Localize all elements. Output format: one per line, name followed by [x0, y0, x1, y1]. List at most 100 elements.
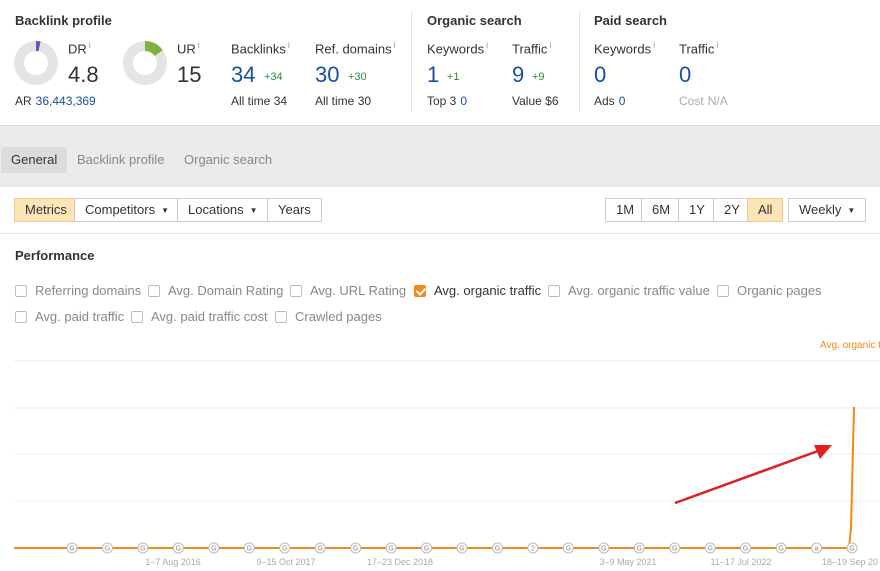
organic-traffic-label: Traffic i: [512, 40, 552, 57]
locations-dropdown[interactable]: Locations ▼: [177, 198, 269, 222]
annotation-marker-label: G: [778, 546, 783, 553]
tab-backlink-profile[interactable]: Backlink profile: [67, 147, 174, 173]
annotation-marker-label: G: [176, 546, 181, 553]
checkbox-referring-domains[interactable]: Referring domains: [15, 282, 141, 300]
annotation-marker-label: G: [601, 546, 606, 553]
info-icon: i: [197, 40, 200, 50]
x-tick-label: 17–23 Dec 2018: [367, 557, 433, 567]
checkbox-avg-organic-traffic-value[interactable]: Avg. organic traffic value: [548, 282, 710, 300]
annotation-marker-label: G: [849, 546, 854, 553]
checkbox-avg-domain-rating[interactable]: Avg. Domain Rating: [148, 282, 283, 300]
backlinks-label: Backlinks i: [231, 40, 290, 57]
checkbox-avg-paid-traffic[interactable]: Avg. paid traffic: [15, 308, 124, 326]
info-icon: i: [716, 40, 719, 50]
x-axis-labels: 1–7 Aug 2016 9–15 Oct 2017 17–23 Dec 2018 3…: [145, 557, 878, 567]
annotation-marker-label: G: [672, 546, 677, 553]
chevron-down-icon: ▼: [847, 206, 856, 215]
dr-value: 4.8: [68, 62, 99, 87]
annotation-marker-label: G: [317, 546, 322, 553]
info-icon: i: [549, 40, 552, 50]
organic-keywords-value[interactable]: 1: [427, 62, 439, 88]
divider: [0, 233, 880, 234]
ar-row: AR 36,443,369: [15, 94, 96, 108]
cost-row: Cost N/A: [679, 94, 728, 108]
annotation-marker-label: G: [140, 546, 145, 553]
arrow-shaft: [674, 449, 819, 505]
x-tick-label: 11–17 Jul 2022: [711, 557, 772, 567]
paid-keywords-label: Keywords i: [594, 40, 656, 57]
paid-keywords-value[interactable]: 0: [594, 62, 606, 88]
paid-traffic-value[interactable]: 0: [679, 62, 691, 88]
x-tick-label: 18–19 Sep 20: [822, 557, 878, 567]
x-tick-label: 1–7 Aug 2016: [145, 557, 201, 567]
annotation-marker-label: G: [743, 546, 748, 553]
checkbox-avg-paid-traffic-cost[interactable]: Avg. paid traffic cost: [131, 308, 268, 326]
traffic-chart: G G G G G G G G G G G G G 2 G G G G G G Ga G 1–7 Aug 2016 9–15…: [14, 360, 880, 567]
annotation-marker-label: G: [459, 546, 464, 553]
checkbox-organic-pages[interactable]: Organic pages: [717, 282, 822, 300]
interval-dropdown[interactable]: Weekly ▼: [788, 198, 867, 222]
ref-domains-label: Ref. domains i: [315, 40, 396, 57]
annotation-marker-label: G: [637, 546, 642, 553]
annotation-marker-label: G: [707, 546, 712, 553]
annotation-marker-label: G: [282, 546, 287, 553]
annotation-marker-label: a: [815, 546, 819, 553]
organic-search-title: Organic search: [427, 13, 522, 28]
chevron-down-icon: ▼: [161, 206, 169, 215]
chart-grid: [14, 360, 880, 502]
x-tick-label: 3–9 May 2021: [599, 557, 656, 567]
annotation-marker-label: G: [388, 546, 393, 553]
chart-legend: Avg. organic t: [820, 340, 880, 351]
divider: [411, 12, 412, 112]
ur-value: 15: [177, 62, 202, 87]
organic-traffic-delta: +9: [532, 71, 545, 83]
info-icon: i: [486, 40, 489, 50]
organic-traffic-value[interactable]: 9: [512, 62, 524, 88]
period-1y[interactable]: 1Y: [678, 198, 716, 222]
divider: [579, 12, 580, 112]
info-icon: i: [88, 40, 91, 50]
ref-domains-delta: +30: [348, 71, 367, 83]
dr-donut: [14, 41, 58, 85]
annotation-marker-label: G: [495, 546, 500, 553]
checkbox-avg-url-rating[interactable]: Avg. URL Rating: [290, 282, 406, 300]
tab-organic-search[interactable]: Organic search: [174, 147, 282, 173]
info-icon: i: [287, 40, 290, 50]
tab-general[interactable]: General: [1, 147, 68, 173]
annotation-marker-label: 2: [531, 546, 535, 553]
traffic-value-row: Value $6: [512, 94, 559, 108]
organic-keywords-label: Keywords i: [427, 40, 489, 57]
backlinks-value[interactable]: 34: [231, 62, 255, 88]
backlinks-alltime: All time 34: [231, 94, 288, 108]
period-6m[interactable]: 6M: [641, 198, 682, 222]
competitors-dropdown[interactable]: Competitors ▼: [74, 198, 180, 222]
ur-label: UR i: [177, 40, 200, 57]
period-2y[interactable]: 2Y: [713, 198, 751, 222]
backlink-profile-title: Backlink profile: [15, 13, 112, 28]
period-all[interactable]: All: [747, 198, 784, 222]
checkbox-avg-organic-traffic[interactable]: Avg. organic traffic: [414, 282, 541, 300]
ref-domains-alltime: All time 30: [315, 94, 372, 108]
ads-row: Ads 0: [594, 94, 626, 108]
dr-label: DR i: [68, 40, 91, 57]
info-icon: i: [653, 40, 656, 50]
period-1m[interactable]: 1M: [605, 198, 646, 222]
metrics-button[interactable]: Metrics: [14, 198, 78, 222]
paid-traffic-label: Traffic i: [679, 40, 719, 57]
series-line: [14, 406, 855, 549]
stats-panel: Backlink profile DR i 4.8 AR 36,443,369 UR…: [0, 0, 880, 125]
ref-domains-value[interactable]: 30: [315, 62, 339, 88]
ar-value: 36,443,369: [35, 94, 96, 108]
paid-search-title: Paid search: [594, 13, 667, 28]
info-icon: i: [393, 40, 396, 50]
checkbox-crawled-pages[interactable]: Crawled pages: [275, 308, 382, 326]
chevron-down-icon: ▼: [249, 206, 258, 215]
backlinks-delta: +34: [264, 71, 283, 83]
annotation-marker-label: G: [105, 546, 110, 553]
traffic-series: [14, 406, 855, 549]
annotation-marker-label: G: [211, 546, 216, 553]
performance-title: Performance: [15, 248, 95, 263]
annotation-marker-label: G: [353, 546, 358, 553]
organic-keywords-delta: +1: [447, 71, 460, 83]
years-button[interactable]: Years: [267, 198, 322, 222]
